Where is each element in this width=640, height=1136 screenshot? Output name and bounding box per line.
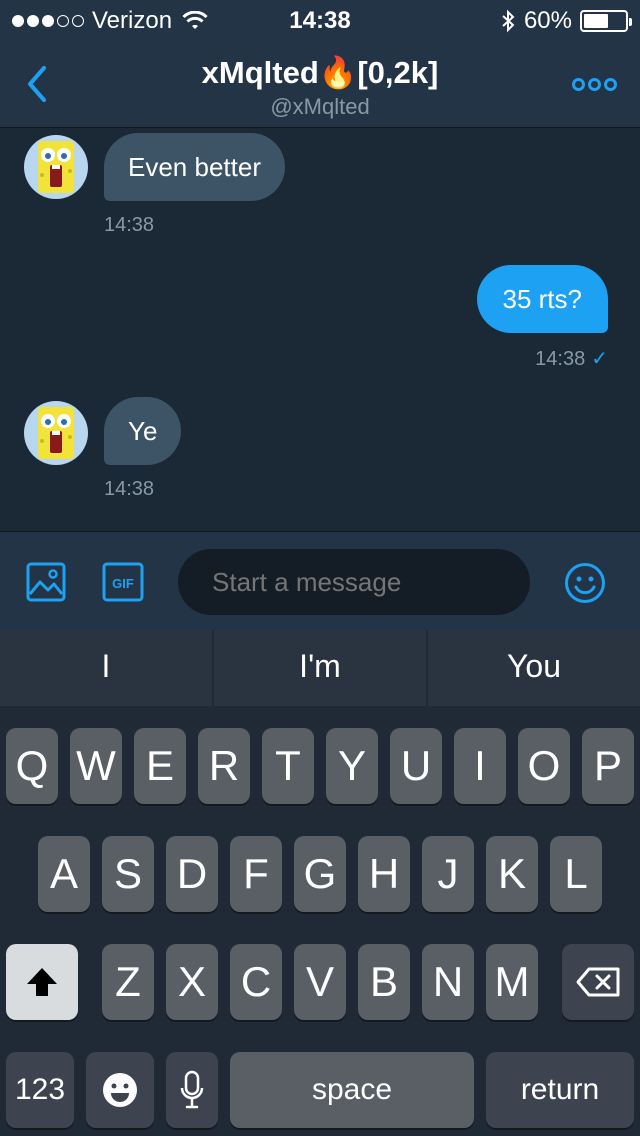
key-e[interactable]: E bbox=[134, 728, 186, 804]
emoji-keyboard-key[interactable] bbox=[86, 1052, 154, 1128]
bluetooth-icon bbox=[502, 9, 515, 33]
key-k[interactable]: K bbox=[486, 836, 538, 912]
key-b[interactable]: B bbox=[358, 944, 410, 1020]
message-timestamp: 14:38 bbox=[104, 478, 155, 500]
incoming-message-bubble[interactable]: Even better bbox=[104, 133, 285, 201]
add-photo-button[interactable] bbox=[26, 562, 66, 607]
key-u[interactable]: U bbox=[390, 728, 442, 804]
spongebob-avatar-icon bbox=[38, 407, 74, 459]
conversation-header: xMqlted🔥[0,2k] @xMqlted bbox=[0, 40, 640, 128]
read-check-icon: ✓ bbox=[591, 348, 608, 370]
suggestion-bar: I I'm You bbox=[0, 630, 640, 706]
key-q[interactable]: Q bbox=[6, 728, 58, 804]
key-n[interactable]: N bbox=[422, 944, 474, 1020]
key-s[interactable]: S bbox=[102, 836, 154, 912]
key-j[interactable]: J bbox=[422, 836, 474, 912]
avatar[interactable] bbox=[24, 401, 88, 465]
conversation-title: xMqlted🔥[0,2k] bbox=[201, 55, 439, 90]
message-timestamp-row: 14:38 ✓ bbox=[535, 346, 608, 371]
key-w[interactable]: W bbox=[70, 728, 122, 804]
key-t[interactable]: T bbox=[262, 728, 314, 804]
suggestion-item[interactable]: I bbox=[0, 630, 214, 706]
more-options-button[interactable] bbox=[572, 70, 618, 98]
return-key[interactable]: return bbox=[486, 1052, 634, 1128]
more-dot-icon bbox=[604, 77, 617, 91]
emoji-button[interactable] bbox=[564, 562, 606, 609]
key-v[interactable]: V bbox=[294, 944, 346, 1020]
key-f[interactable]: F bbox=[230, 836, 282, 912]
key-i[interactable]: I bbox=[454, 728, 506, 804]
key-r[interactable]: R bbox=[198, 728, 250, 804]
battery-icon bbox=[580, 10, 632, 32]
key-o[interactable]: O bbox=[518, 728, 570, 804]
suggestion-item[interactable]: You bbox=[428, 630, 640, 706]
gif-icon: GIF bbox=[102, 562, 144, 602]
add-gif-button[interactable]: GIF bbox=[102, 562, 144, 607]
image-icon bbox=[26, 562, 66, 602]
message-timestamp: 14:38 bbox=[104, 214, 155, 236]
microphone-icon bbox=[180, 1070, 204, 1109]
key-m[interactable]: M bbox=[486, 944, 538, 1020]
numbers-key[interactable]: 123 bbox=[6, 1052, 74, 1128]
more-dot-icon bbox=[572, 77, 585, 91]
space-key[interactable]: space bbox=[230, 1052, 474, 1128]
message-timestamp: 14:38 bbox=[535, 348, 586, 370]
spongebob-avatar-icon bbox=[38, 141, 74, 193]
key-a[interactable]: A bbox=[38, 836, 90, 912]
shift-arrow-icon bbox=[27, 968, 57, 996]
key-l[interactable]: L bbox=[550, 836, 602, 912]
dm-conversation-screen: Verizon 14:38 60% xMqlted🔥[0,2k] @xMqlte… bbox=[0, 0, 640, 1136]
avatar[interactable] bbox=[24, 135, 88, 199]
shift-key[interactable] bbox=[6, 944, 78, 1020]
emoji-face-icon bbox=[103, 1073, 137, 1107]
message-composer: GIF bbox=[0, 531, 640, 630]
key-p[interactable]: P bbox=[582, 728, 634, 804]
status-bar: Verizon 14:38 60% bbox=[0, 0, 640, 40]
key-c[interactable]: C bbox=[230, 944, 282, 1020]
conversation-handle: @xMqlted bbox=[270, 94, 370, 119]
dictation-key[interactable] bbox=[166, 1052, 218, 1128]
message-input[interactable] bbox=[178, 549, 530, 615]
status-right: 60% bbox=[500, 7, 632, 35]
key-x[interactable]: X bbox=[166, 944, 218, 1020]
message-list[interactable]: Even better 14:38 35 rts? 14:38 ✓ Ye 14:3… bbox=[0, 129, 640, 531]
smiley-icon bbox=[565, 563, 605, 603]
delete-key[interactable] bbox=[562, 944, 634, 1020]
suggestion-item[interactable]: I'm bbox=[214, 630, 428, 706]
gif-label: GIF bbox=[112, 576, 134, 591]
key-h[interactable]: H bbox=[358, 836, 410, 912]
key-y[interactable]: Y bbox=[326, 728, 378, 804]
more-dot-icon bbox=[588, 77, 601, 91]
outgoing-message-bubble[interactable]: 35 rts? bbox=[476, 265, 608, 333]
onscreen-keyboard: I I'm You Q W E R T Y U I O P A S D F G … bbox=[0, 630, 640, 1136]
incoming-message-bubble[interactable]: Ye bbox=[104, 397, 182, 465]
key-g[interactable]: G bbox=[294, 836, 346, 912]
backspace-icon bbox=[576, 967, 620, 997]
key-z[interactable]: Z bbox=[102, 944, 154, 1020]
battery-percent: 60% bbox=[523, 7, 572, 34]
key-d[interactable]: D bbox=[166, 836, 218, 912]
battery-level-fill bbox=[584, 14, 608, 28]
